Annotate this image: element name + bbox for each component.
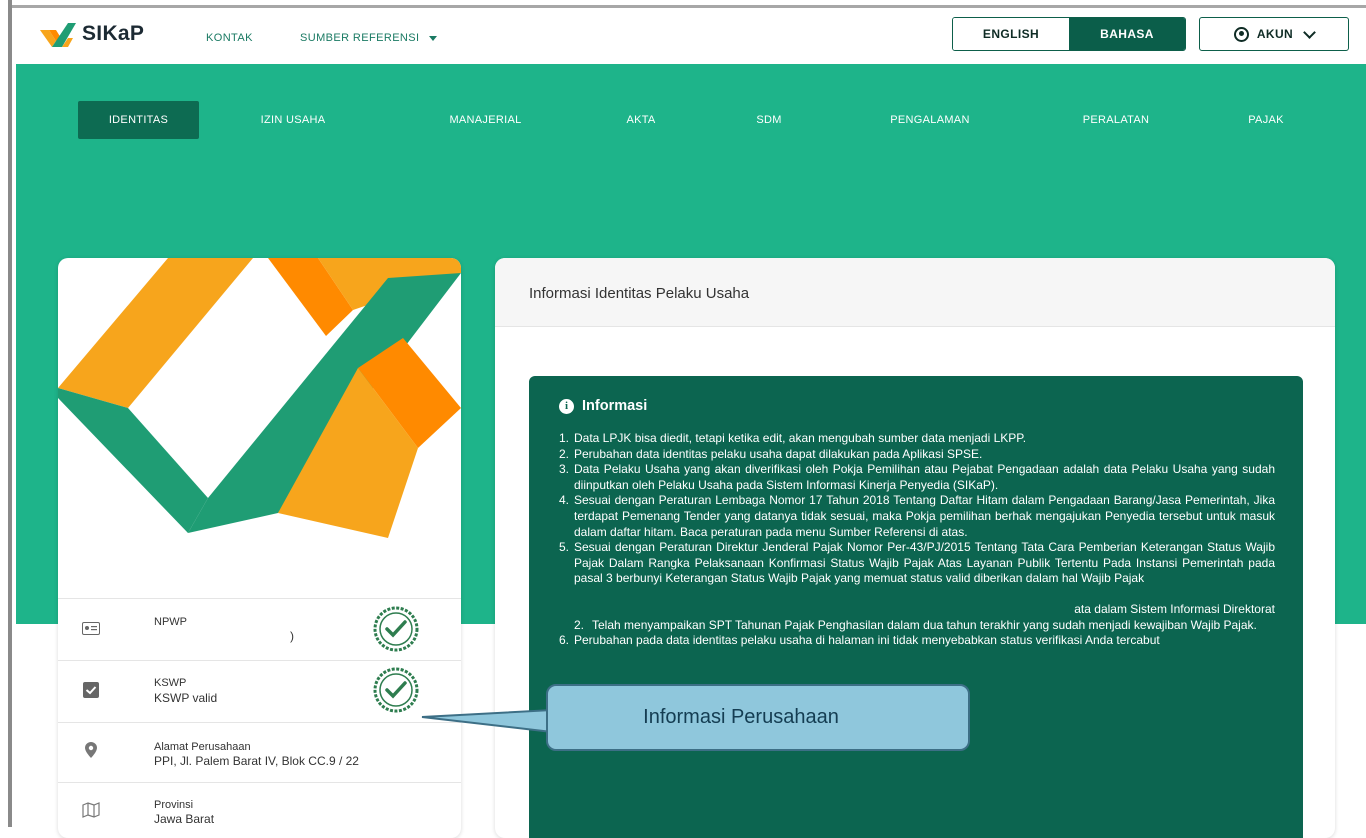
window-frame-top (0, 0, 1366, 8)
location-pin-icon (82, 741, 100, 759)
provinsi-value: Jawa Barat (154, 812, 215, 826)
info-item-5: 5. Sesuai dengan Peraturan Direktur Jende… (559, 540, 1275, 633)
alamat-row: Alamat Perusahaan PPI, Jl. Palem Barat I… (58, 722, 461, 783)
tab-bar: IDENTITAS IZIN USAHA MANAJERIAL AKTA SDM… (78, 101, 1318, 139)
callout-annotation: Informasi Perusahaan (546, 684, 972, 753)
npwp-row: NPWP ) (58, 598, 461, 661)
verified-check-icon (372, 666, 420, 714)
provinsi-row: Provinsi Jawa Barat (58, 782, 461, 838)
alamat-title: Alamat Perusahaan (154, 741, 251, 753)
verified-check-icon (372, 605, 420, 653)
window-frame-left (0, 0, 12, 827)
tab-pengalaman[interactable]: PENGALAMAN (866, 101, 994, 139)
account-button[interactable]: AKUN (1199, 17, 1349, 51)
brand-name: SIKaP (82, 22, 145, 45)
info-item-6: 6. Perubahan pada data identitas pelaku u… (559, 633, 1160, 648)
information-alert: i Informasi 1. Data LPJK bisa diedit, tet… (529, 376, 1303, 838)
kswp-title: KSWP (154, 677, 187, 689)
brand-logo[interactable]: SIKaP (40, 21, 144, 47)
info-heading: i Informasi (559, 398, 647, 414)
info-heading-text: Informasi (582, 398, 648, 414)
info-circle-icon: i (559, 398, 574, 414)
npwp-value: ) (290, 629, 294, 643)
kswp-value: KSWP valid (154, 691, 218, 705)
nav-sumber-referensi[interactable]: SUMBER REFERENSI (300, 32, 437, 44)
card-header: Informasi Identitas Pelaku Usaha (495, 258, 1335, 327)
map-icon (82, 801, 100, 819)
id-card-icon (82, 619, 100, 637)
info-sub-item-2: 2. Telah menyampaikan SPT Tahunan Pajak P… (574, 617, 1257, 632)
info-sub-list: ata dalam Sistem Informasi Direktorat 2.… (574, 587, 1275, 633)
info-item-1: 1. Data LPJK bisa diedit, tetapi ketika e… (559, 431, 1027, 445)
top-navbar: SIKaP KONTAK SUMBER REFERENSI ENGLISH BA… (16, 8, 1366, 64)
nav-sumber-label: SUMBER REFERENSI (300, 32, 420, 44)
bahasa-button[interactable]: BAHASA (1069, 18, 1185, 50)
company-profile-card: NPWP ) KSWP KSWP valid Alamat Perusahaan… (58, 258, 461, 838)
info-list: 1. Data LPJK bisa diedit, tetapi ketika e… (559, 431, 1275, 649)
info-sub-item-1: ata dalam Sistem Informasi Direktorat (1074, 601, 1275, 616)
callout-pointer (421, 708, 556, 734)
tab-akta[interactable]: AKTA (606, 101, 676, 139)
chevron-down-icon (1303, 25, 1316, 39)
language-switch: ENGLISH BAHASA (952, 17, 1186, 51)
alamat-value: PPI, Jl. Palem Barat IV, Blok CC.9 / 22 (154, 754, 359, 768)
account-label: AKUN (1256, 27, 1294, 41)
info-item-4: 4. Sesuai dengan Peraturan Lembaga Nomor … (559, 493, 1275, 539)
sikap-logo-icon (40, 23, 76, 47)
checkbox-icon (82, 681, 100, 699)
info-item-3: 3. Data Pelaku Usaha yang akan diverifika… (559, 462, 1275, 492)
tab-izin-usaha[interactable]: IZIN USAHA (238, 101, 348, 139)
callout-text: Informasi Perusahaan (546, 684, 970, 751)
tab-sdm[interactable]: SDM (736, 101, 802, 139)
nav-kontak[interactable]: KONTAK (206, 32, 253, 44)
caret-down-icon (428, 35, 437, 41)
company-logo (58, 258, 461, 558)
provinsi-title: Provinsi (154, 799, 194, 811)
npwp-title: NPWP (154, 616, 187, 628)
user-circle-icon (1233, 26, 1249, 42)
info-item-2: 2. Perubahan data identitas pelaku usaha … (559, 446, 983, 461)
card-title: Informasi Identitas Pelaku Usaha (529, 285, 750, 302)
tab-manajerial[interactable]: MANAJERIAL (423, 101, 548, 139)
kswp-row: KSWP KSWP valid (58, 660, 461, 723)
english-button[interactable]: ENGLISH (953, 18, 1069, 50)
tab-identitas[interactable]: IDENTITAS (78, 101, 199, 139)
tab-pajak[interactable]: PAJAK (1226, 101, 1306, 139)
tab-peralatan[interactable]: PERALATAN (1060, 101, 1172, 139)
